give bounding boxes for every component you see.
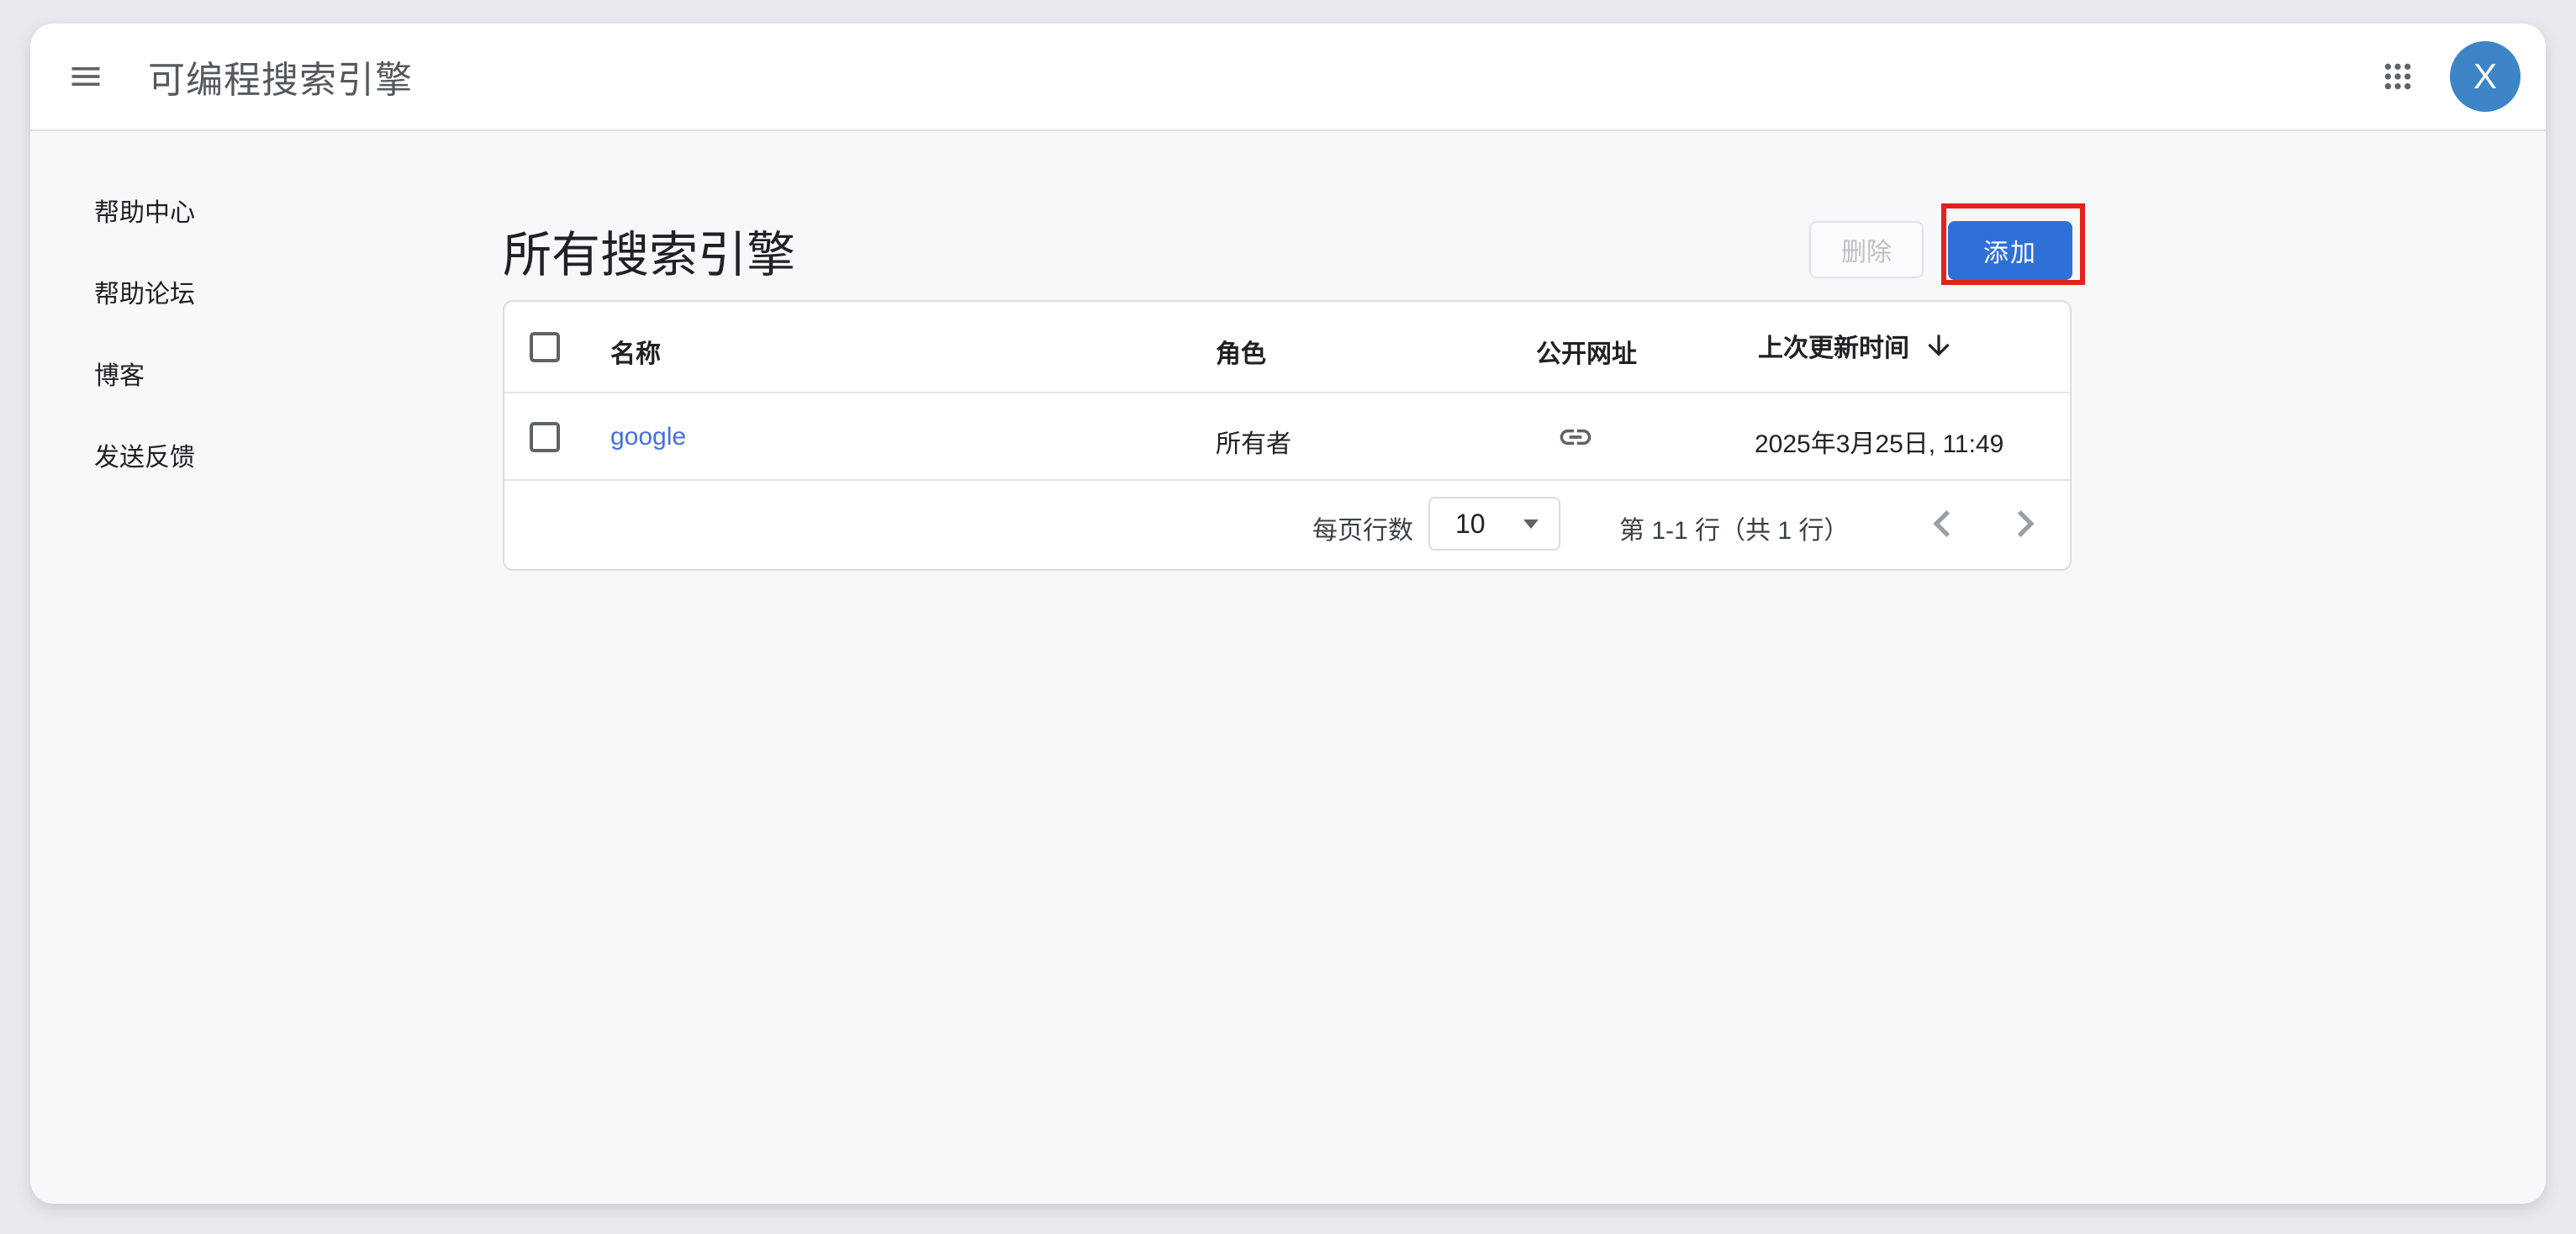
column-header-name[interactable]: 名称 — [610, 333, 661, 370]
sidebar-item-help-center[interactable]: 帮助中心 — [64, 172, 417, 254]
avatar[interactable]: X — [2450, 41, 2521, 112]
engine-name-link[interactable]: google — [610, 423, 686, 451]
chevron-right-icon — [1998, 497, 2052, 551]
chevron-left-icon — [1915, 497, 1969, 551]
menu-icon[interactable] — [67, 58, 104, 95]
column-header-last-updated-label: 上次更新时间 — [1758, 327, 1909, 364]
table-header-row: 名称 角色 公开网址 上次更新时间 — [504, 302, 2070, 393]
public-url-link-icon[interactable] — [1557, 419, 1594, 456]
avatar-initial: X — [2473, 56, 2497, 97]
engine-role: 所有者 — [1216, 423, 1291, 460]
select-all-checkbox[interactable] — [530, 332, 560, 362]
caret-down-icon — [1523, 519, 1539, 529]
app-bar: 可编程搜索引擎 X — [30, 24, 2546, 131]
sidebar-item-send-feedback[interactable]: 发送反馈 — [64, 417, 417, 498]
rows-per-page-label: 每页行数 — [1312, 509, 1413, 546]
sidebar-item-help-forum[interactable]: 帮助论坛 — [64, 254, 417, 335]
content-area: 帮助中心 帮助论坛 博客 发送反馈 所有搜索引擎 删除 添加 名称 角色 公开网… — [30, 131, 2546, 1204]
delete-button[interactable]: 删除 — [1809, 221, 1924, 278]
engine-last-updated: 2025年3月25日, 11:49 — [1755, 423, 2003, 460]
add-button[interactable]: 添加 — [1948, 221, 2072, 280]
table-row[interactable]: google 所有者 2025年3月25日, 11:49 — [504, 393, 2070, 481]
search-engines-table: 名称 角色 公开网址 上次更新时间 google 所有者 — [503, 300, 2072, 571]
previous-page-button[interactable] — [1915, 497, 1969, 551]
rows-per-page-select[interactable]: 10 — [1428, 497, 1560, 551]
sidebar: 帮助中心 帮助论坛 博客 发送反馈 — [64, 172, 417, 498]
rows-per-page-value: 10 — [1455, 509, 1486, 540]
desktop-background: 可编程搜索引擎 X 帮助中心 帮助论坛 博客 发送反馈 — [0, 0, 2576, 1234]
hamburger-icon — [67, 58, 104, 95]
column-header-public-url[interactable]: 公开网址 — [1536, 333, 1637, 370]
apps-grid-glyph — [2381, 60, 2415, 93]
row-checkbox[interactable] — [530, 422, 560, 452]
app-title: 可编程搜索引擎 — [148, 50, 413, 103]
column-header-last-updated[interactable]: 上次更新时间 — [1758, 327, 1955, 364]
app-window: 可编程搜索引擎 X 帮助中心 帮助论坛 博客 发送反馈 — [30, 24, 2546, 1204]
table-pagination: 每页行数 10 第 1-1 行（共 1 行） — [504, 481, 2070, 566]
pagination-range-label: 第 1-1 行（共 1 行） — [1619, 509, 1849, 546]
sort-arrow-down-icon — [1923, 330, 1955, 361]
next-page-button[interactable] — [1998, 497, 2052, 551]
column-header-role[interactable]: 角色 — [1216, 333, 1266, 370]
link-icon — [1557, 419, 1594, 456]
page-title: 所有搜索引擎 — [503, 215, 795, 286]
apps-grid-icon[interactable] — [2379, 58, 2416, 95]
sidebar-item-blog[interactable]: 博客 — [64, 335, 417, 417]
